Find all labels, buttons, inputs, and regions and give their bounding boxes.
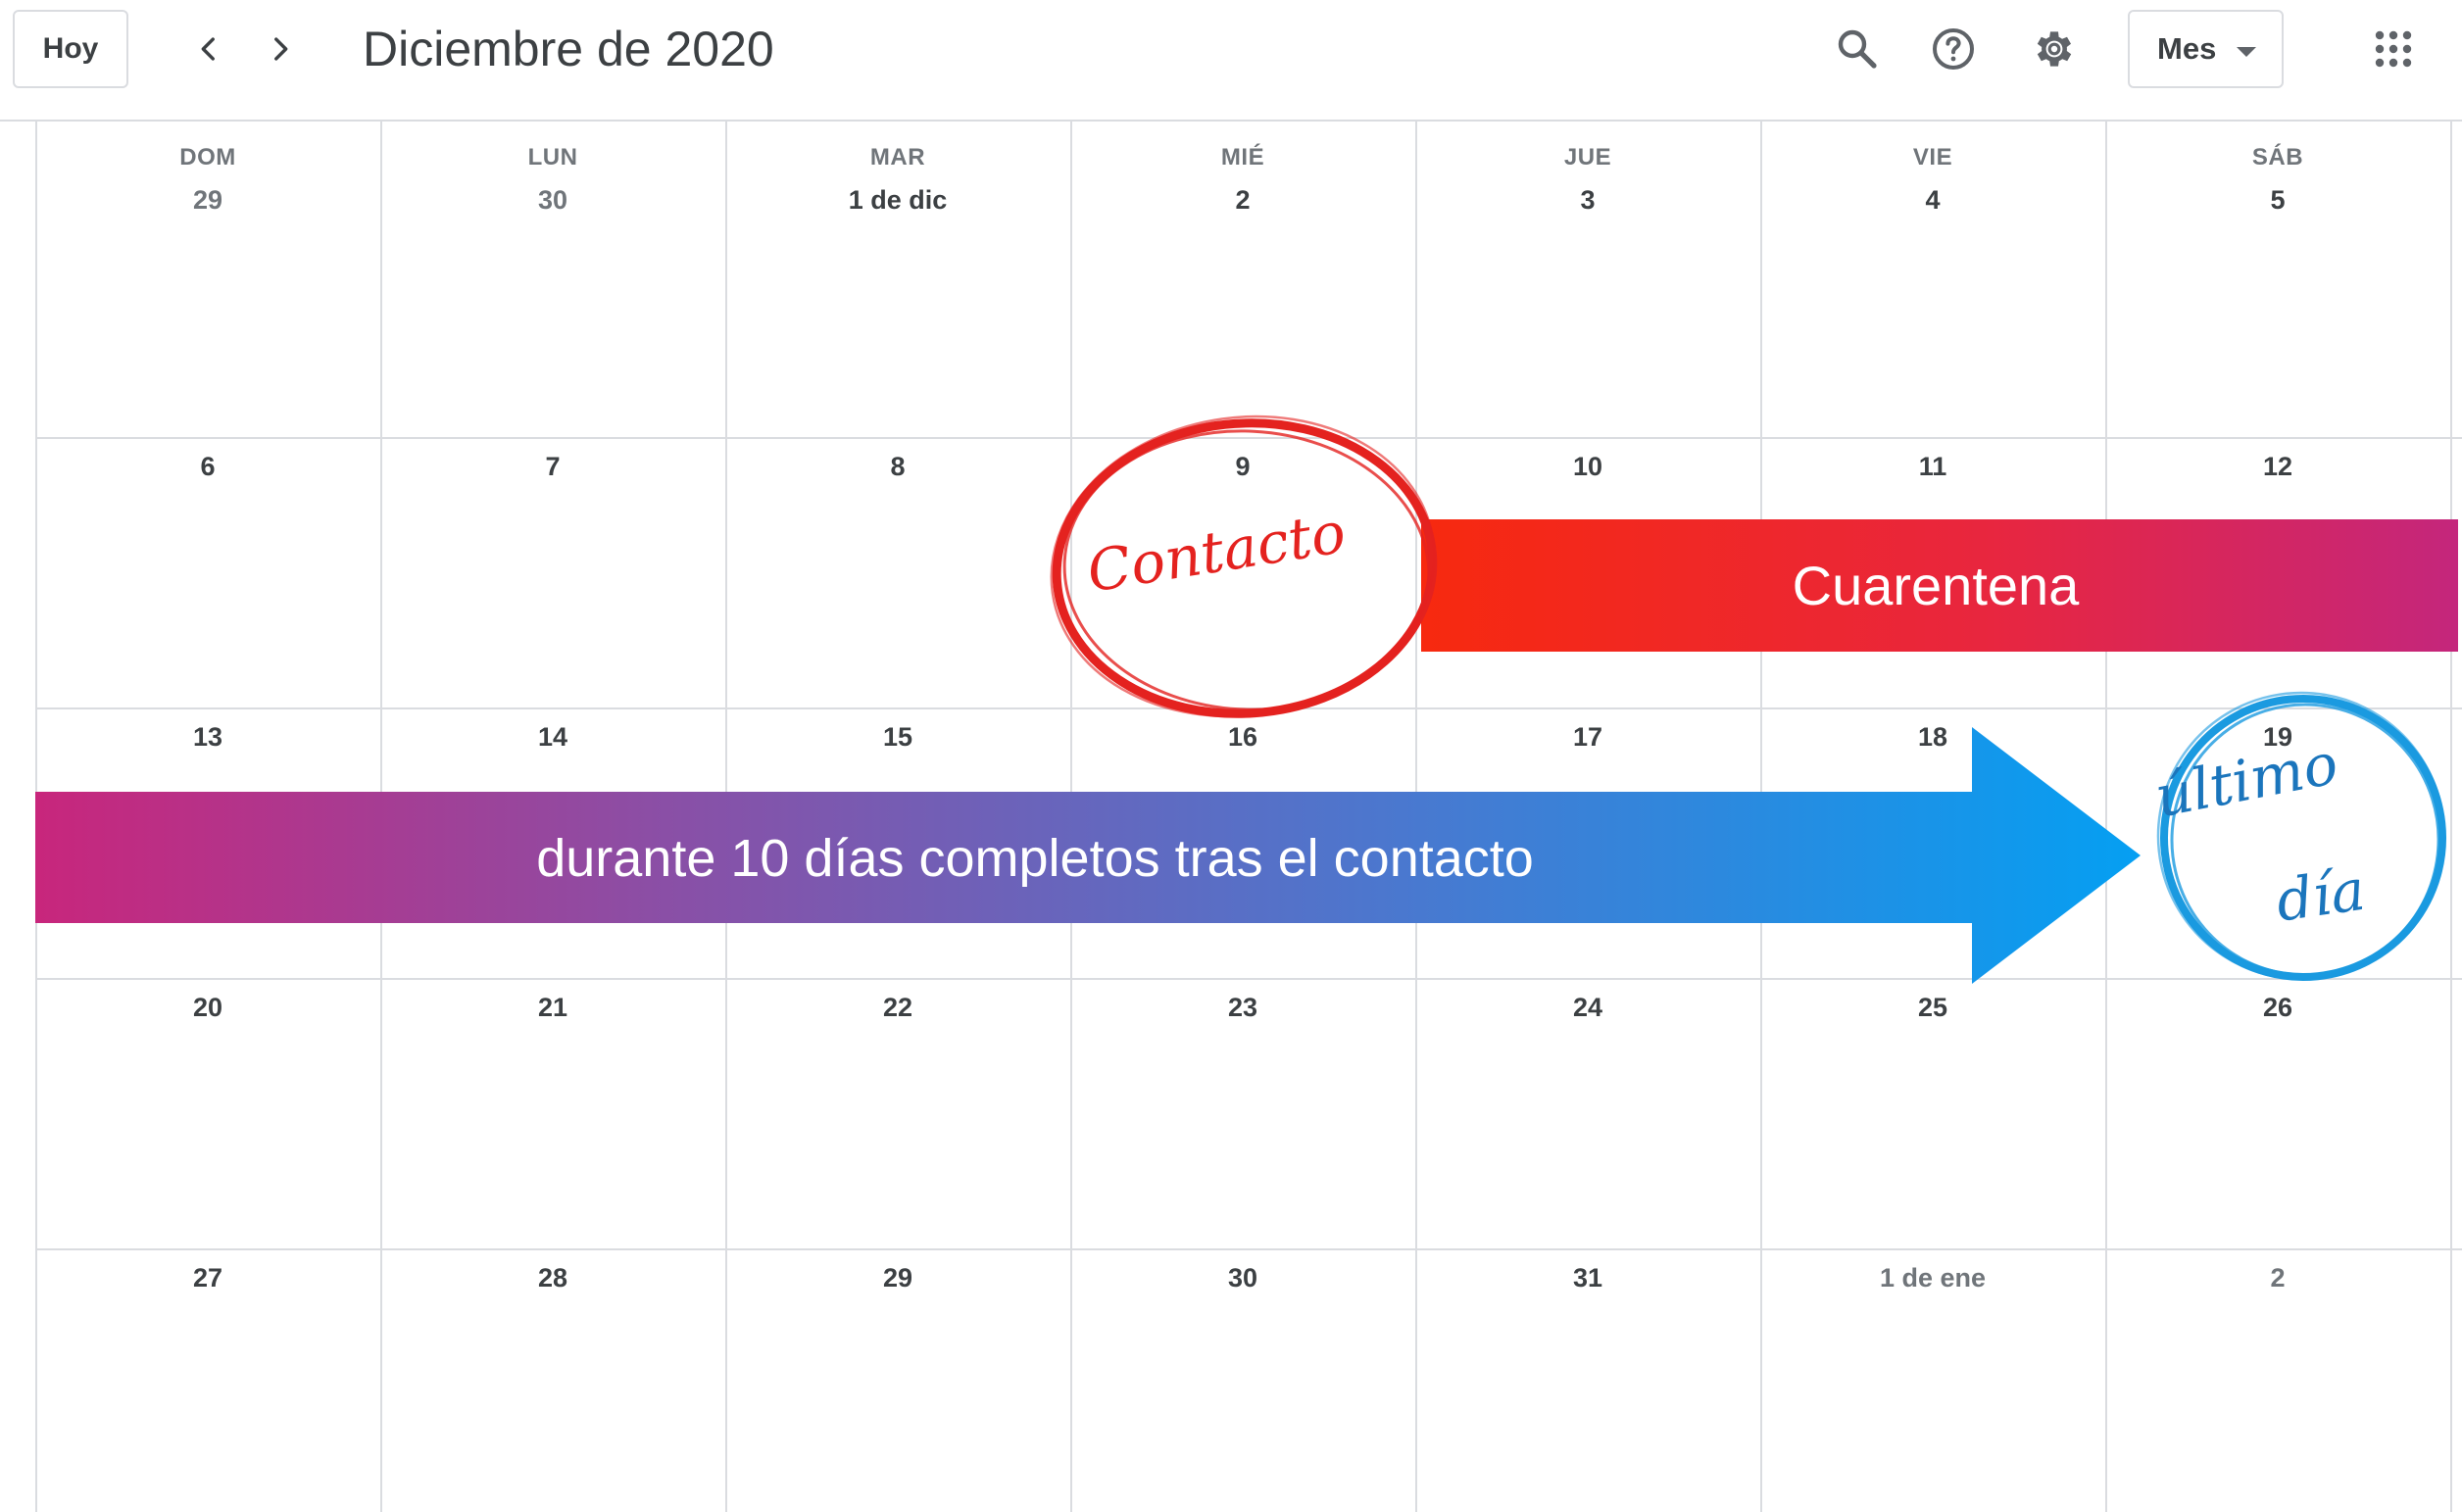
apps-button[interactable] <box>2362 18 2425 80</box>
day-number[interactable]: 8 <box>725 449 1070 484</box>
day-cell[interactable]: 15 <box>725 707 1070 978</box>
dropdown-caret-icon <box>2237 47 2256 57</box>
day-number[interactable]: 19 <box>2105 719 2450 755</box>
day-number[interactable]: 16 <box>1070 719 1415 755</box>
day-cell[interactable]: 20 <box>35 978 380 1248</box>
weekday-label: VIE <box>1912 144 1953 171</box>
day-number[interactable]: 1 de ene <box>1760 1260 2105 1295</box>
weekday-label: MIÉ <box>1220 144 1265 171</box>
weekday-label: MAR <box>869 144 926 171</box>
day-number[interactable]: 27 <box>35 1260 380 1295</box>
day-number[interactable]: 17 <box>1415 719 1760 755</box>
day-cell[interactable]: 29 <box>725 1248 1070 1512</box>
day-cell[interactable]: 24 <box>1415 978 1760 1248</box>
next-month-button[interactable] <box>251 20 310 78</box>
day-number[interactable]: 10 <box>1415 449 1760 484</box>
day-cell[interactable]: 13 <box>35 707 380 978</box>
day-number[interactable]: 15 <box>725 719 1070 755</box>
day-cell[interactable]: 6 <box>35 437 380 707</box>
day-number[interactable]: 7 <box>380 449 725 484</box>
day-cell[interactable]: VIE 4 <box>1760 122 2105 437</box>
day-number[interactable]: 30 <box>1070 1260 1415 1295</box>
day-cell[interactable]: LUN 30 <box>380 122 725 437</box>
day-number[interactable]: 30 <box>380 182 725 218</box>
weekday-label: LUN <box>527 144 578 171</box>
day-number[interactable]: 21 <box>380 990 725 1025</box>
grid-column-line <box>2450 122 2452 1512</box>
chevron-left-icon <box>201 37 215 61</box>
day-number[interactable]: 31 <box>1415 1260 1760 1295</box>
today-button[interactable]: Hoy <box>13 10 128 88</box>
day-number[interactable]: 29 <box>35 182 380 218</box>
gear-icon <box>2037 31 2072 67</box>
day-number[interactable]: 6 <box>35 449 380 484</box>
help-icon <box>1933 28 1974 70</box>
day-cell[interactable]: 25 <box>1760 978 2105 1248</box>
day-cell[interactable]: 21 <box>380 978 725 1248</box>
day-cell[interactable]: 31 <box>1415 1248 1760 1512</box>
weekday-label: SÁB <box>2251 144 2304 171</box>
day-cell[interactable]: 27 <box>35 1248 380 1512</box>
day-number[interactable]: 12 <box>2105 449 2450 484</box>
day-cell[interactable]: 30 <box>1070 1248 1415 1512</box>
day-cell[interactable]: 26 <box>2105 978 2450 1248</box>
day-number[interactable]: 9 <box>1070 449 1415 484</box>
day-cell[interactable]: 7 <box>380 437 725 707</box>
day-number[interactable]: 22 <box>725 990 1070 1025</box>
day-number[interactable]: 26 <box>2105 990 2450 1025</box>
help-button[interactable] <box>1922 18 1985 80</box>
day-number[interactable]: 23 <box>1070 990 1415 1025</box>
day-number[interactable]: 2 <box>1070 182 1415 218</box>
day-cell[interactable]: 22 <box>725 978 1070 1248</box>
day-number[interactable]: 29 <box>725 1260 1070 1295</box>
day-number[interactable]: 14 <box>380 719 725 755</box>
view-selector[interactable]: Mes <box>2128 10 2284 88</box>
day-cell[interactable]: MIÉ 2 <box>1070 122 1415 437</box>
day-cell[interactable]: 19 <box>2105 707 2450 978</box>
month-grid: DOM 29 LUN 30 MAR 1 de dic MIÉ 2 JUE 3 VIE 4 SÁB 5 6 7 8… <box>35 122 2462 1512</box>
search-button[interactable] <box>1826 18 1889 80</box>
day-number[interactable]: 11 <box>1760 449 2105 484</box>
apps-grid-icon <box>2375 30 2412 68</box>
day-number[interactable]: 2 <box>2105 1260 2450 1295</box>
day-cell[interactable]: 23 <box>1070 978 1415 1248</box>
day-cell[interactable]: 8 <box>725 437 1070 707</box>
calendar-header: Hoy Diciembre de 2020 Mes <box>0 0 2462 122</box>
day-number[interactable]: 25 <box>1760 990 2105 1025</box>
day-number[interactable]: 13 <box>35 719 380 755</box>
day-cell[interactable]: SÁB 5 <box>2105 122 2450 437</box>
weekday-label: DOM <box>179 144 236 171</box>
day-number[interactable]: 1 de dic <box>725 182 1070 218</box>
weekday-label: JUE <box>1563 144 1612 171</box>
day-number[interactable]: 24 <box>1415 990 1760 1025</box>
day-cell[interactable]: 2 <box>2105 1248 2450 1512</box>
day-number[interactable]: 28 <box>380 1260 725 1295</box>
month-title: Diciembre de 2020 <box>363 22 774 76</box>
day-cell[interactable]: 14 <box>380 707 725 978</box>
day-number[interactable]: 18 <box>1760 719 2105 755</box>
day-cell[interactable]: 10 <box>1415 437 1760 707</box>
day-cell[interactable]: 12 <box>2105 437 2450 707</box>
day-cell[interactable]: 16 <box>1070 707 1415 978</box>
chevron-right-icon <box>274 37 288 61</box>
day-cell[interactable]: 17 <box>1415 707 1760 978</box>
day-cell[interactable]: 18 <box>1760 707 2105 978</box>
calendar-app: Hoy Diciembre de 2020 Mes DOM 29 LUN 30 … <box>0 0 2462 1512</box>
day-number[interactable]: 3 <box>1415 182 1760 218</box>
day-cell[interactable]: 11 <box>1760 437 2105 707</box>
settings-button[interactable] <box>2023 18 2086 80</box>
day-number[interactable]: 5 <box>2105 182 2450 218</box>
day-cell[interactable]: MAR 1 de dic <box>725 122 1070 437</box>
previous-month-button[interactable] <box>179 20 238 78</box>
day-cell[interactable]: JUE 3 <box>1415 122 1760 437</box>
day-cell[interactable]: 1 de ene <box>1760 1248 2105 1512</box>
day-number[interactable]: 20 <box>35 990 380 1025</box>
day-cell[interactable]: DOM 29 <box>35 122 380 437</box>
day-cell[interactable]: 28 <box>380 1248 725 1512</box>
search-icon <box>1838 29 1877 69</box>
day-number[interactable]: 4 <box>1760 182 2105 218</box>
day-cell[interactable]: 9 <box>1070 437 1415 707</box>
view-selector-label: Mes <box>2157 31 2217 66</box>
